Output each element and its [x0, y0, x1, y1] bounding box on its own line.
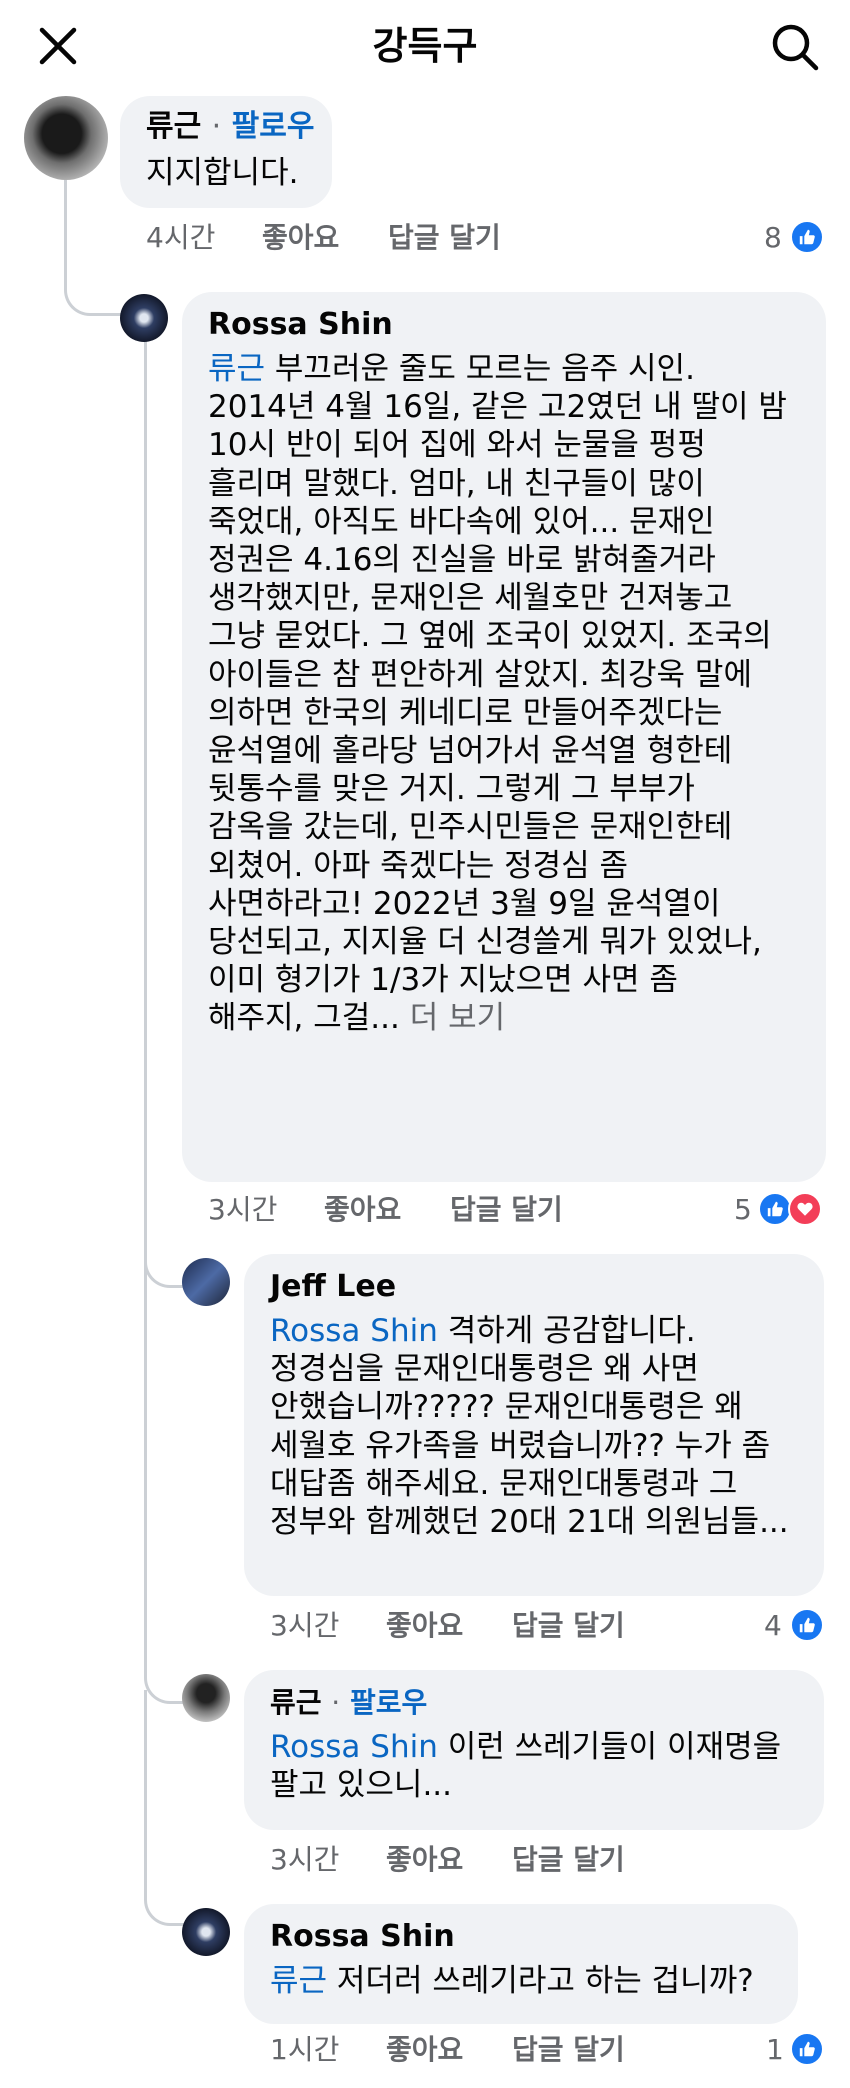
comment-text-line: 2014년 4월 16일, 같은 고2였던 내 딸이 밤: [208, 389, 787, 426]
author-name[interactable]: 류근: [146, 109, 201, 144]
like-reaction-icon: [790, 220, 824, 254]
author-name[interactable]: Jeff Lee: [270, 1269, 396, 1304]
comment-text-line: 감옥을 갔는데, 민주시민들은 문재인한테: [208, 809, 733, 846]
comment-text-line: 세월호 유가족을 버렸습니까?? 누가 좀: [270, 1427, 771, 1464]
comment-author-line: Rossa Shin: [270, 1918, 455, 1956]
comment-text: 지지합니다.: [146, 154, 298, 192]
reaction-count: 4: [764, 1609, 782, 1642]
author-name[interactable]: 류근: [270, 1686, 322, 1719]
reaction-count: 8: [764, 221, 782, 254]
avatar[interactable]: [24, 96, 108, 180]
comment-text-line: 정부와 함께했던 20대 21대 의원님들...: [270, 1504, 789, 1541]
reply-button[interactable]: 답글 달기: [512, 1608, 625, 1644]
comment-text-line: 지지합니다.: [146, 155, 299, 191]
comment-text-line: 팔고 있으니...: [270, 1767, 453, 1804]
separator-dot: ·: [331, 1686, 341, 1719]
comment-text-line: 아이들은 참 편안하게 살았지. 최강욱 말에: [208, 656, 752, 693]
comment-time: 3시간: [208, 1193, 278, 1226]
reply-button[interactable]: 답글 달기: [388, 220, 501, 256]
comment-text-line: 부끄러운 줄도 모르는 음주 시인.: [265, 351, 695, 387]
mention-link[interactable]: 류근: [270, 1963, 327, 1999]
comment-text-line: 격하게 공감합니다.: [437, 1313, 696, 1349]
comment-text-line: 정권은 4.16의 진실을 바로 밝혀줄거라: [208, 542, 716, 579]
comment-text-line: 대답좀 해주세요. 문재인대통령과 그: [270, 1465, 738, 1502]
separator-dot: ·: [211, 109, 222, 144]
like-button[interactable]: 좋아요: [324, 1192, 401, 1228]
comment-text-line: 안했습니까????? 문재인대통령은 왜: [270, 1389, 743, 1426]
comment-author-line: 류근 · 팔로우: [270, 1684, 427, 1722]
comment-text-line: 뒷통수를 맞은 거지. 그렇게 그 부부가: [208, 771, 695, 808]
comment-text-line: 흘리며 말했다. 엄마, 내 친구들이 많이: [208, 465, 705, 502]
author-name[interactable]: Rossa Shin: [270, 1919, 455, 1954]
reaction-count: 1: [766, 2033, 784, 2066]
comment-text-line: 해주지, 그걸...: [208, 1000, 400, 1037]
like-button[interactable]: 좋아요: [386, 1842, 463, 1878]
comment-text-line: 사면하라고! 2022년 3월 9일 윤석열이: [208, 885, 721, 922]
comment-text-line: 이런 쓰레기들이 이재명을: [437, 1729, 782, 1765]
follow-button[interactable]: 팔로우: [350, 1686, 427, 1719]
like-reaction-icon: [790, 2032, 824, 2066]
comment-text: Rossa Shin 격하게 공감합니다. 정경심을 문재인대통령은 왜 사면 …: [270, 1312, 789, 1541]
comment-text-line: 윤석열에 홀라당 넘어가서 윤석열 형한테: [208, 733, 733, 770]
mention-link[interactable]: Rossa Shin: [270, 1729, 438, 1765]
comment-text-line: 이미 형기가 1/3가 지났으면 사면 좀: [208, 962, 678, 999]
comment-time: 4시간: [146, 221, 216, 254]
thread-connector: [144, 1260, 184, 1704]
comment-time: 3시간: [270, 1609, 340, 1642]
avatar[interactable]: [182, 1674, 230, 1722]
reaction-count: 5: [734, 1193, 752, 1226]
comment-text: 류근 저더러 쓰레기라고 하는 겁니까?: [270, 1962, 754, 2000]
like-reaction-icon: [758, 1192, 792, 1226]
like-button[interactable]: 좋아요: [386, 1608, 463, 1644]
comment-text-line: 10시 반이 되어 집에 와서 눈물을 펑펑: [208, 427, 706, 464]
comment-text-line: 의하면 한국의 케네디로 만들어주겠다는: [208, 694, 723, 731]
avatar[interactable]: [120, 294, 168, 342]
comment-time: 3시간: [270, 1843, 340, 1876]
reply-button[interactable]: 답글 달기: [450, 1192, 563, 1228]
comment-text-line: 죽었대, 아직도 바다속에 있어... 문재인: [208, 503, 715, 540]
like-button[interactable]: 좋아요: [262, 220, 339, 256]
comment-text-line: 생각했지만, 문재인은 세월호만 건져놓고: [208, 580, 733, 617]
comment-text-line: 저더러 쓰레기라고 하는 겁니까?: [327, 1963, 754, 1999]
comment-author-line: 류근 · 팔로우: [146, 108, 314, 146]
comment-text-line: 그냥 묻었다. 그 옆에 조국이 있었지. 조국의: [208, 618, 772, 655]
search-icon[interactable]: [770, 22, 820, 72]
page-title: 강득구: [372, 24, 478, 68]
comment-text-line: 당선되고, 지지율 더 신경쓸게 뭐가 있었나,: [208, 924, 762, 961]
thread-connector: [144, 340, 147, 1260]
mention-link[interactable]: 류근: [208, 351, 265, 387]
comment-author-line: Jeff Lee: [270, 1268, 396, 1306]
top-bar: 강득구: [0, 0, 850, 96]
comment-text-line: 외쳤어. 아파 죽겠다는 정경심 좀: [208, 847, 629, 884]
comment-text-line: 정경심을 문재인대통령은 왜 사면: [270, 1351, 699, 1388]
follow-button[interactable]: 팔로우: [232, 109, 315, 144]
comment-time: 1시간: [270, 2033, 340, 2066]
avatar[interactable]: [182, 1908, 230, 1956]
see-more-link[interactable]: 더 보기: [410, 1000, 505, 1036]
like-button[interactable]: 좋아요: [386, 2032, 463, 2068]
like-reaction-icon: [790, 1608, 824, 1642]
author-name[interactable]: Rossa Shin: [208, 307, 393, 342]
reply-button[interactable]: 답글 달기: [512, 1842, 625, 1878]
thread-connector: [144, 1690, 184, 1926]
avatar[interactable]: [182, 1258, 230, 1306]
comment-author-line: Rossa Shin: [208, 306, 393, 344]
mention-link[interactable]: Rossa Shin: [270, 1313, 438, 1349]
comment-text: Rossa Shin 이런 쓰레기들이 이재명을 팔고 있으니...: [270, 1728, 781, 1804]
reply-button[interactable]: 답글 달기: [512, 2032, 625, 2068]
love-reaction-icon: [788, 1192, 822, 1226]
comment-text: 류근 부끄러운 줄도 모르는 음주 시인. 2014년 4월 16일, 같은 고…: [208, 350, 787, 1038]
